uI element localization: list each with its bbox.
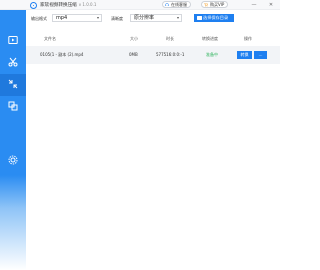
table-row[interactable]: 0105(1 - 副本 (2).mp4 0MB 577516:0:0:-1 准备… (26, 46, 280, 64)
buy-vip-label: 购买VIP (210, 2, 225, 7)
merge-icon (8, 101, 18, 111)
more-button[interactable]: … (254, 50, 267, 59)
column-duration: 时长 (166, 36, 174, 41)
quality-value: 原分辨率 (134, 15, 155, 21)
sidebar (0, 10, 26, 270)
convert-button[interactable]: 转换 (237, 50, 252, 59)
cut-icon (8, 57, 18, 67)
buy-vip-button[interactable]: 购买VIP (201, 1, 229, 8)
choose-output-dir-button[interactable]: 选择保存目录 (194, 14, 234, 22)
compress-icon (8, 79, 18, 89)
row-status: 准备中 (206, 52, 218, 57)
folder-icon (197, 16, 202, 20)
title-bar: 家软视频转换压缩 v 1.0.0.1 在线客服 购买VIP — ✕ (0, 0, 280, 10)
chevron-down-icon: ▾ (176, 15, 179, 20)
column-filename: 文件名 (44, 36, 56, 41)
online-service-label: 在线客服 (171, 2, 187, 7)
table-header: 文件名 大小 时长 转换进度 操作 (26, 33, 280, 43)
minimize-button[interactable]: — (251, 2, 257, 8)
app-logo-icon (30, 2, 37, 9)
quality-label: 清晰度 (111, 16, 123, 21)
online-service-button[interactable]: 在线客服 (162, 1, 191, 8)
column-size: 大小 (130, 36, 138, 41)
app-version: v 1.0.0.1 (78, 2, 97, 7)
choose-output-dir-label: 选择保存目录 (203, 15, 229, 20)
headset-icon (165, 3, 169, 6)
app-window: 家软视频转换压缩 v 1.0.0.1 在线客服 购买VIP — ✕ 输出格式 m… (0, 0, 280, 270)
close-button[interactable]: ✕ (268, 2, 274, 8)
row-duration: 577516:0:0:-1 (156, 52, 185, 57)
app-title: 家软视频转换压缩 v 1.0.0.1 (40, 2, 96, 8)
output-format-value: mp4 (56, 15, 68, 21)
video-convert-icon (8, 36, 18, 44)
settings-icon (8, 155, 18, 165)
sidebar-fade (0, 175, 26, 270)
sidebar-item-compress[interactable] (0, 74, 26, 96)
sidebar-item-settings[interactable] (0, 150, 26, 172)
cart-icon (204, 3, 208, 7)
sidebar-item-merge[interactable] (0, 96, 26, 118)
chevron-down-icon: ▾ (96, 15, 99, 20)
quality-select[interactable]: 原分辨率 ▾ (130, 14, 182, 22)
row-size: 0MB (129, 52, 138, 57)
output-format-label: 输出格式 (31, 16, 47, 21)
sidebar-item-cut[interactable] (0, 52, 26, 74)
column-actions: 操作 (244, 36, 252, 41)
output-format-select[interactable]: mp4 ▾ (52, 14, 102, 22)
sidebar-item-video-convert[interactable] (0, 30, 26, 52)
column-progress: 转换进度 (202, 36, 218, 41)
app-title-text: 家软视频转换压缩 (40, 3, 77, 8)
row-filename: 0105(1 - 副本 (2).mp4 (40, 52, 84, 57)
